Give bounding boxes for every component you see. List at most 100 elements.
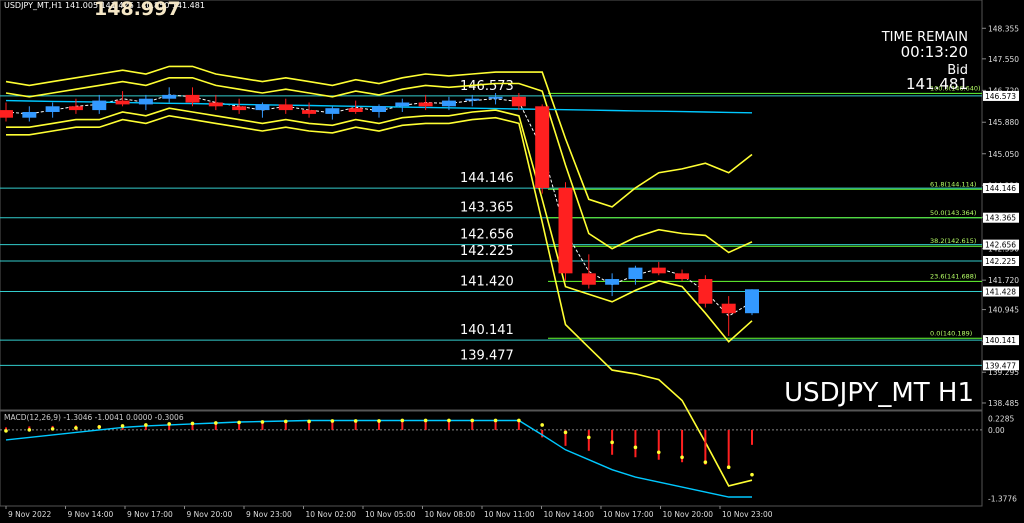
y-tick-label: 147.550 xyxy=(988,55,1019,64)
symbol-watermark: USDJPY_MT H1 xyxy=(784,378,974,408)
x-tick-label: 9 Nov 20:00 xyxy=(187,510,233,519)
macd-signal-dot xyxy=(190,421,195,426)
level-badge-text: 142.225 xyxy=(985,257,1016,266)
x-tick-label: 10 Nov 11:00 xyxy=(484,510,535,519)
candle-body xyxy=(395,102,410,107)
candle-body xyxy=(138,98,153,105)
candle-body xyxy=(92,100,107,111)
large-price: 148.997 xyxy=(94,0,181,20)
candle-body xyxy=(232,106,247,111)
macd-signal-dot xyxy=(423,418,428,423)
macd-signal-dot xyxy=(680,455,684,460)
level-label: 144.146 xyxy=(460,171,514,186)
candle-body xyxy=(605,279,620,285)
level-label: 142.656 xyxy=(460,228,514,243)
y-tick-label: 141.720 xyxy=(988,276,1019,285)
level-label: 139.477 xyxy=(460,348,514,363)
candle-body xyxy=(465,98,480,101)
level-badge-text: 144.146 xyxy=(985,184,1016,193)
x-tick-label: 10 Nov 20:00 xyxy=(663,510,714,519)
candle-body xyxy=(45,106,60,112)
time-remain-value: 00:13:20 xyxy=(900,43,968,61)
y-tick-label: 138.485 xyxy=(988,399,1019,408)
macd-tick-label: -1.3776 xyxy=(988,494,1017,503)
level-label: 143.365 xyxy=(460,201,514,216)
macd-signal-dot xyxy=(260,420,265,424)
macd-signal-dot xyxy=(517,418,521,423)
macd-signal-dot xyxy=(750,472,754,477)
candle-body xyxy=(185,94,200,103)
y-tick-label: 148.355 xyxy=(988,24,1019,33)
macd-signal-dot xyxy=(237,420,241,425)
candle-body xyxy=(208,102,223,107)
candle-body xyxy=(675,273,690,280)
candle-body xyxy=(68,106,83,111)
macd-signal-dot xyxy=(633,445,638,450)
candle-body xyxy=(698,279,713,304)
candle-body xyxy=(278,104,293,111)
level-label: 140.141 xyxy=(460,323,514,338)
macd-signal-dot xyxy=(283,419,288,424)
macd-signal-dot xyxy=(540,423,544,427)
macd-signal-dot xyxy=(74,426,78,430)
macd-signal-dot xyxy=(563,430,568,435)
candle-body xyxy=(745,289,759,314)
macd-signal-dot xyxy=(214,421,218,425)
x-tick-label: 10 Nov 08:00 xyxy=(425,510,476,519)
candle-body xyxy=(535,106,550,188)
macd-label: MACD(12,26,9) -1.3046 -1.0041 0.0000 -0.… xyxy=(4,413,184,422)
macd-signal-dot xyxy=(307,419,311,424)
macd-signal-dot xyxy=(447,418,451,423)
candle-body xyxy=(115,100,130,105)
macd-signal-dot xyxy=(587,435,591,440)
macd-signal-dot xyxy=(4,429,8,433)
macd-signal-dot xyxy=(493,418,498,423)
macd-signal-dot xyxy=(353,419,358,423)
fib-label: 0.0(140.189) xyxy=(930,329,972,337)
candle-body xyxy=(511,96,526,107)
y-tick-label: 140.945 xyxy=(988,306,1019,315)
candle-body xyxy=(581,273,596,285)
candle-body xyxy=(255,104,270,111)
macd-signal-dot xyxy=(330,419,335,423)
x-tick-label: 10 Nov 02:00 xyxy=(306,510,357,519)
x-tick-label: 10 Nov 14:00 xyxy=(544,510,595,519)
level-badge-text: 139.477 xyxy=(985,361,1016,370)
candle-body xyxy=(721,303,736,314)
candle-body xyxy=(418,102,433,107)
candle-body xyxy=(0,110,13,118)
macd-signal-dot xyxy=(167,422,171,426)
x-tick-label: 10 Nov 05:00 xyxy=(365,510,416,519)
macd-signal-dot xyxy=(703,460,708,465)
candle-body xyxy=(651,267,666,274)
level-badge-text: 146.573 xyxy=(985,92,1016,101)
candle-body xyxy=(325,108,340,114)
macd-signal-dot xyxy=(27,428,32,432)
level-badge-text: 143.365 xyxy=(985,214,1016,223)
macd-signal-dot xyxy=(656,450,661,455)
macd-signal-dot xyxy=(120,424,125,428)
x-tick-label: 10 Nov 17:00 xyxy=(603,510,654,519)
fib-label: 23.6(141.688) xyxy=(930,272,976,280)
y-tick-label: 145.880 xyxy=(988,118,1019,127)
fib-label: 38.2(142.615) xyxy=(930,237,976,245)
y-tick-label: 145.050 xyxy=(988,150,1019,159)
bid-value: 141.481 xyxy=(905,75,968,93)
macd-signal-dot xyxy=(144,423,148,427)
level-badge-text: 142.656 xyxy=(985,241,1016,250)
macd-signal-dot xyxy=(400,418,405,423)
level-badge-text: 140.141 xyxy=(985,336,1016,345)
macd-signal-dot xyxy=(726,465,731,470)
x-tick-label: 9 Nov 2022 xyxy=(8,510,51,519)
candle-body xyxy=(22,111,37,118)
x-tick-label: 9 Nov 14:00 xyxy=(68,510,114,519)
price-chart[interactable]: 148.355147.550146.720145.880145.050144.2… xyxy=(0,0,1024,523)
candle-body xyxy=(302,110,317,114)
candle-body xyxy=(372,106,386,112)
fib-label: 50.0(143.364) xyxy=(930,209,976,217)
x-tick-label: 9 Nov 23:00 xyxy=(246,510,292,519)
x-tick-label: 10 Nov 23:00 xyxy=(722,510,773,519)
level-label: 142.225 xyxy=(460,244,514,259)
macd-tick-label: 0.00 xyxy=(988,426,1005,435)
candle-body xyxy=(488,96,503,99)
